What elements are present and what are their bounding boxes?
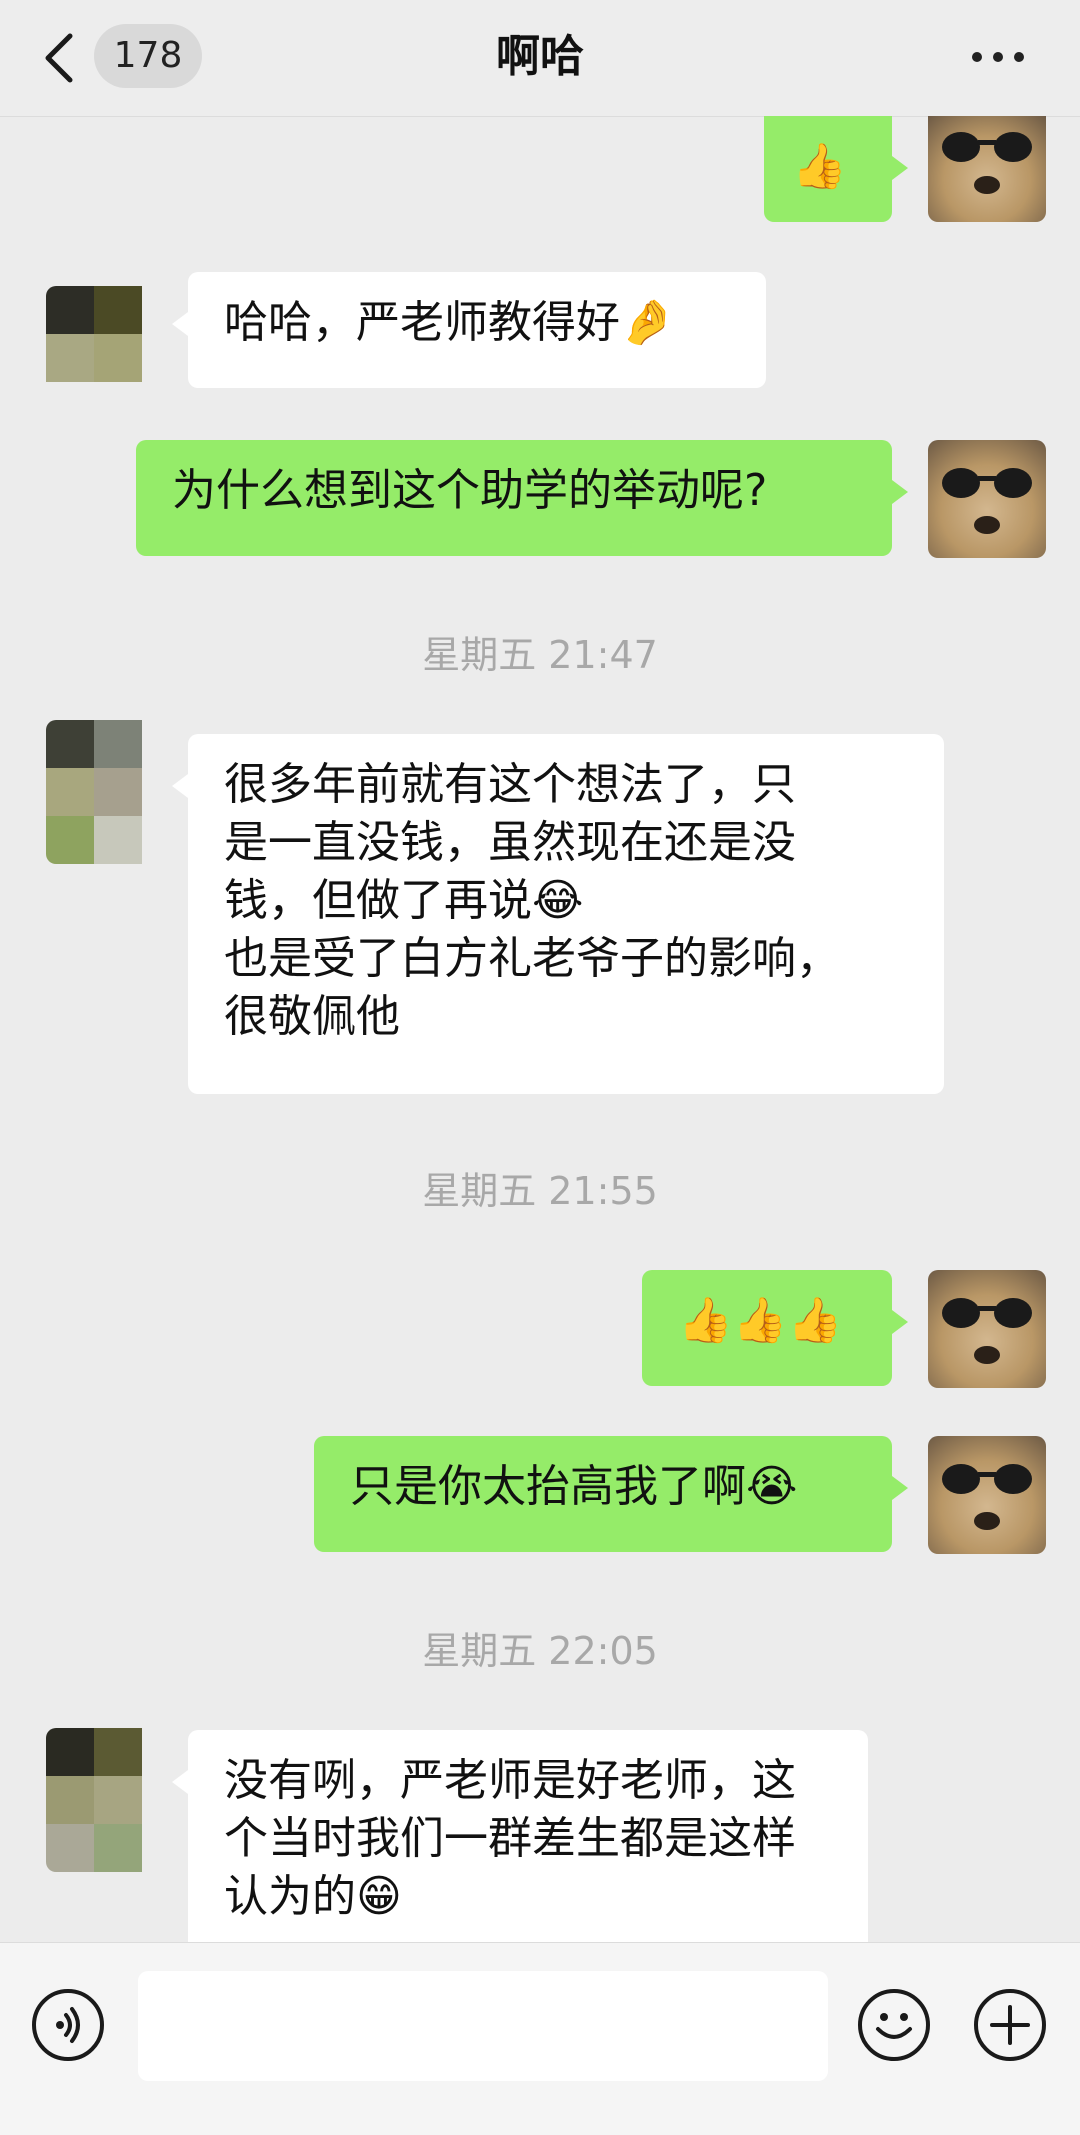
message-bubble-sent[interactable]: 为什么想到这个助学的举动呢? — [136, 440, 908, 556]
thumbs-up-emoji: 👍 — [792, 141, 847, 192]
message-bubble-sent[interactable]: 👍👍👍 — [642, 1270, 908, 1386]
message-line: 也是受了白方礼老爷子的影响， — [224, 933, 840, 984]
message-text: 哈哈，严老师教得好 — [224, 297, 620, 348]
crying-emoji: 😭 — [746, 1461, 798, 1512]
plus-icon[interactable] — [974, 1989, 1046, 2061]
unread-count-badge[interactable]: 178 — [94, 24, 202, 88]
thumbs-up-emoji: 👍👍👍 — [678, 1295, 843, 1346]
voice-icon[interactable] — [32, 1989, 104, 2061]
avatar[interactable] — [928, 1270, 1046, 1388]
message-line: 个当时我们一群差生都是这样 — [224, 1813, 796, 1864]
more-dots-icon[interactable] — [968, 40, 1028, 70]
message-line: 很敬佩他 — [224, 991, 400, 1042]
avatar[interactable] — [928, 440, 1046, 558]
message-bubble-received[interactable]: 哈哈，严老师教得好🤌 — [172, 272, 766, 388]
chat-title: 啊哈 — [496, 31, 584, 82]
message-bubble-sent[interactable]: 只是你太抬高我了啊😭 — [314, 1436, 908, 1552]
timestamp: 星期五 21:55 — [422, 1169, 658, 1213]
message-line: 没有咧，严老师是好老师，这 — [224, 1755, 796, 1806]
message-line: 很多年前就有这个想法了，只 — [224, 759, 796, 810]
message-line: 钱，但做了再说 — [224, 875, 532, 926]
message-line: 认为的 — [224, 1871, 356, 1922]
message-line: 是一直没钱，虽然现在还是没 — [224, 817, 796, 868]
emoji-icon[interactable] — [858, 1989, 930, 2061]
avatar[interactable] — [46, 286, 164, 404]
input-toolbar — [0, 1942, 1080, 2135]
timestamp: 星期五 21:47 — [422, 633, 658, 677]
chevron-left-icon[interactable] — [40, 30, 80, 86]
message-bubble-received[interactable]: 很多年前就有这个想法了，只 是一直没钱，虽然现在还是没 钱，但做了再说😂 也是受… — [172, 734, 944, 1094]
grinning-emoji: 😁 — [356, 1871, 402, 1922]
avatar[interactable] — [928, 116, 1046, 222]
chat-header: 178 啊哈 — [0, 0, 1080, 117]
message-list[interactable]: 👍 哈哈，严老师教得好🤌 为什么想到这个助学的举动呢? 星期五 21:47 很多… — [0, 116, 1080, 1942]
avatar[interactable] — [928, 1436, 1046, 1554]
message-text: 只是你太抬高我了啊 — [350, 1461, 746, 1512]
message-bubble-sent[interactable]: 👍 — [764, 116, 908, 222]
message-input[interactable] — [138, 1971, 828, 2081]
message-text: 为什么想到这个助学的举动呢? — [172, 465, 768, 516]
message-bubble-received[interactable]: 没有咧，严老师是好老师，这 个当时我们一群差生都是这样 认为的😁 — [172, 1730, 868, 1942]
avatar[interactable] — [46, 720, 164, 864]
avatar[interactable] — [46, 1728, 164, 1872]
pinched-fingers-emoji: 🤌 — [620, 297, 675, 348]
timestamp: 星期五 22:05 — [422, 1629, 658, 1673]
laughing-tears-emoji: 😂 — [532, 875, 584, 926]
